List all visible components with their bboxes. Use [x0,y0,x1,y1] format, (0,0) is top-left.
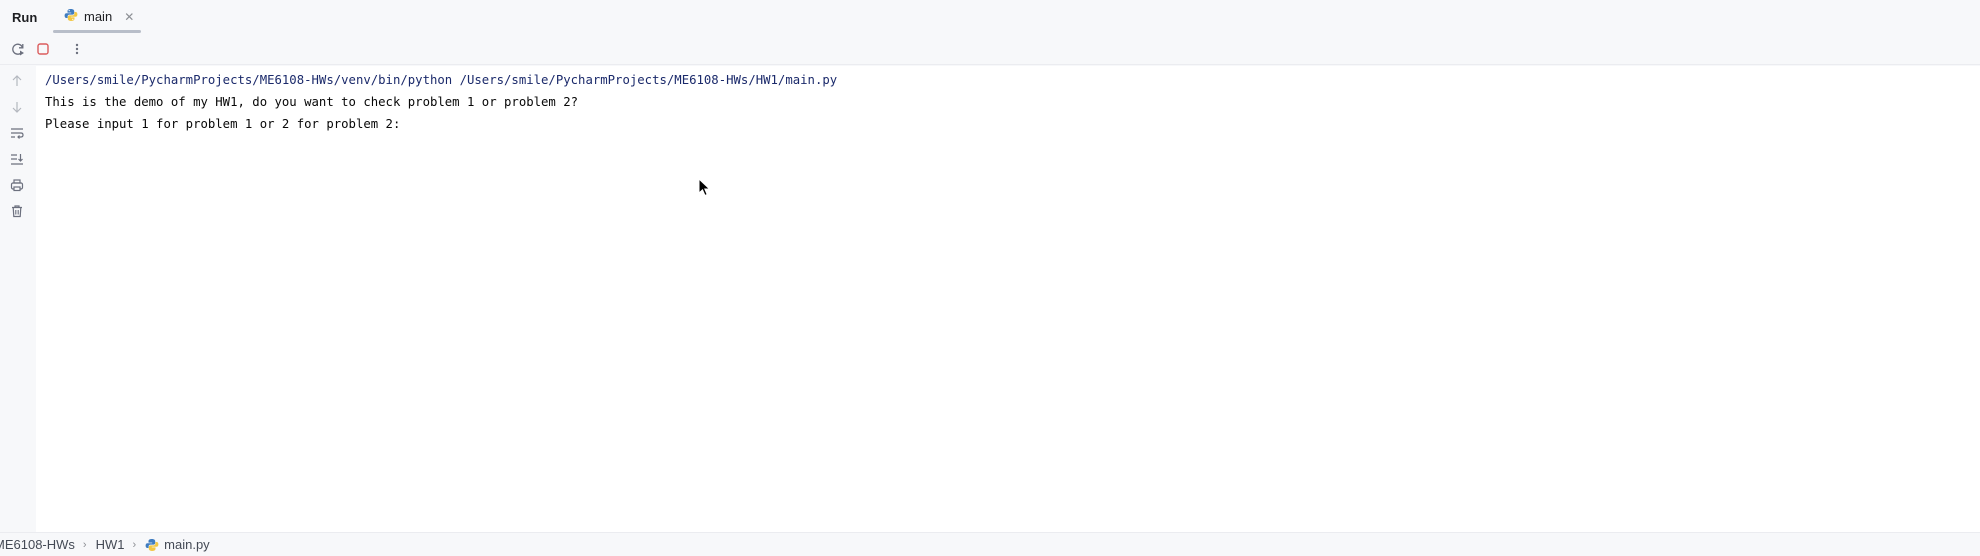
down-arrow-icon[interactable] [7,97,27,117]
panel-title: Run [12,10,38,25]
stop-icon[interactable] [33,39,53,59]
breadcrumb-project[interactable]: ME6108-HWs [0,537,75,552]
soft-wrap-icon[interactable] [7,123,27,143]
rerun-icon[interactable] [8,39,28,59]
more-options-icon[interactable] [67,39,87,59]
chevron-right-icon: › [82,538,87,551]
up-arrow-icon[interactable] [7,71,27,91]
tab-main[interactable]: main ✕ [53,0,141,33]
chevron-right-icon: › [132,538,137,551]
breadcrumb: ME6108-HWs › HW1 › main.py [0,537,210,552]
run-toolbar [0,36,100,62]
mouse-cursor-icon [698,177,712,198]
status-bar: ME6108-HWs › HW1 › main.py [0,532,1980,556]
scroll-to-end-icon[interactable] [7,149,27,169]
console-input-prompt[interactable]: Please input 1 for problem 1 or 2 for pr… [45,113,1980,135]
close-tab-icon[interactable]: ✕ [124,11,134,23]
console-side-toolbar [0,66,36,532]
toolbar-divider [0,64,1980,65]
python-file-icon [145,538,159,552]
run-tool-window: Run main ✕ /Users/smile/PycharmProjects/… [0,0,1980,556]
console-output-line: This is the demo of my HW1, do you want … [45,95,579,109]
print-icon[interactable] [7,175,27,195]
tab-bar: Run main ✕ [0,0,1980,34]
breadcrumb-folder[interactable]: HW1 [96,537,125,552]
tab-label: main [84,9,113,24]
python-file-icon [64,7,78,26]
console-output[interactable]: /Users/smile/PycharmProjects/ME6108-HWs/… [36,66,1980,532]
console-command-line: /Users/smile/PycharmProjects/ME6108-HWs/… [45,73,838,87]
breadcrumb-file[interactable]: main.py [164,537,210,552]
trash-icon[interactable] [7,201,27,221]
active-tab-indicator [53,30,141,33]
